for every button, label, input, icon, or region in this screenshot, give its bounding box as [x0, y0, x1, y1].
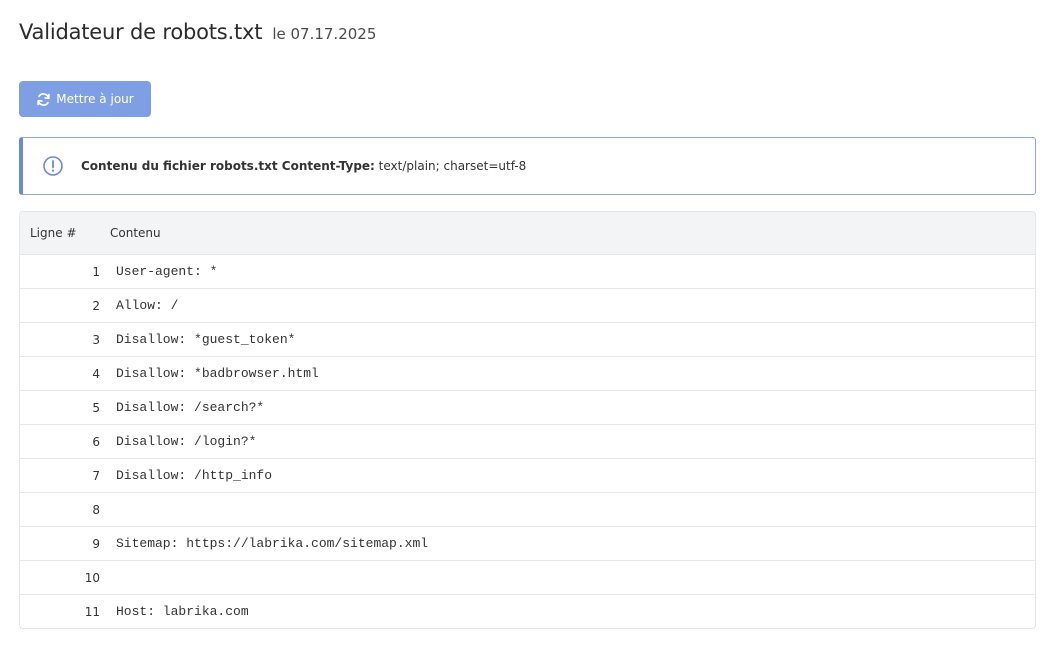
content-type-label: Contenu du fichier robots.txt Content-Ty…: [81, 159, 375, 173]
table-row: 4 Disallow: *badbrowser.html: [20, 356, 1035, 391]
table-row: 2 Allow: /: [20, 288, 1035, 323]
line-content: [116, 560, 1035, 595]
line-content: Disallow: /search?*: [116, 390, 1035, 425]
refresh-button-label: Mettre à jour: [56, 92, 134, 106]
line-content: Host: labrika.com: [116, 604, 249, 619]
page: Validateur de robots.txt le 07.17.2025 M…: [0, 0, 1045, 649]
line-content: Disallow: /http_info: [116, 458, 1035, 493]
line-number: 7: [20, 458, 100, 493]
table-row: 10: [20, 560, 1035, 595]
line-number: 4: [20, 356, 100, 391]
line-content: Allow: /: [116, 288, 1035, 323]
page-title: Validateur de robots.txt: [19, 20, 263, 44]
line-number: 6: [20, 424, 100, 459]
content-type-alert: Contenu du fichier robots.txt Content-Ty…: [19, 137, 1036, 195]
table-row: 8: [20, 492, 1035, 527]
table-row: 3 Disallow: *guest_token*: [20, 322, 1035, 357]
table-row: 11 Host: labrika.com: [20, 595, 1035, 629]
refresh-icon: [36, 92, 51, 107]
line-number: 2: [20, 288, 100, 323]
line-number: 3: [20, 322, 100, 357]
column-header-line: Ligne #: [20, 212, 100, 255]
line-number: 9: [20, 526, 100, 561]
info-icon: [42, 155, 64, 177]
table-row: 7 Disallow: /http_info: [20, 458, 1035, 493]
refresh-button[interactable]: Mettre à jour: [19, 81, 151, 117]
line-content: Disallow: *badbrowser.html: [116, 356, 1035, 391]
table-row: 9 Sitemap: https://labrika.com/sitemap.x…: [20, 526, 1035, 561]
line-number: 11: [84, 604, 100, 619]
line-content: Disallow: /login?*: [116, 424, 1035, 459]
page-header: Validateur de robots.txt le 07.17.2025: [19, 20, 376, 44]
line-content: Disallow: *guest_token*: [116, 322, 1035, 357]
content-type-text: Contenu du fichier robots.txt Content-Ty…: [81, 159, 526, 173]
line-number: 10: [20, 560, 100, 595]
table-row: 1 User-agent: *: [20, 254, 1035, 289]
table-row: 5 Disallow: /search?*: [20, 390, 1035, 425]
robots-table: Ligne # Contenu 1 User-agent: * 2 Allow:…: [19, 211, 1036, 629]
table-row: 6 Disallow: /login?*: [20, 424, 1035, 459]
table-header-row: Ligne # Contenu: [20, 212, 1035, 255]
line-content: [116, 492, 1035, 527]
column-header-content: Contenu: [100, 212, 1035, 255]
line-number: 5: [20, 390, 100, 425]
line-number: 8: [20, 492, 100, 527]
line-content: Sitemap: https://labrika.com/sitemap.xml: [116, 526, 1035, 561]
page-date: le 07.17.2025: [272, 25, 377, 43]
content-type-value: text/plain; charset=utf-8: [378, 159, 527, 173]
line-content: User-agent: *: [116, 254, 1035, 289]
line-number: 1: [20, 254, 100, 289]
